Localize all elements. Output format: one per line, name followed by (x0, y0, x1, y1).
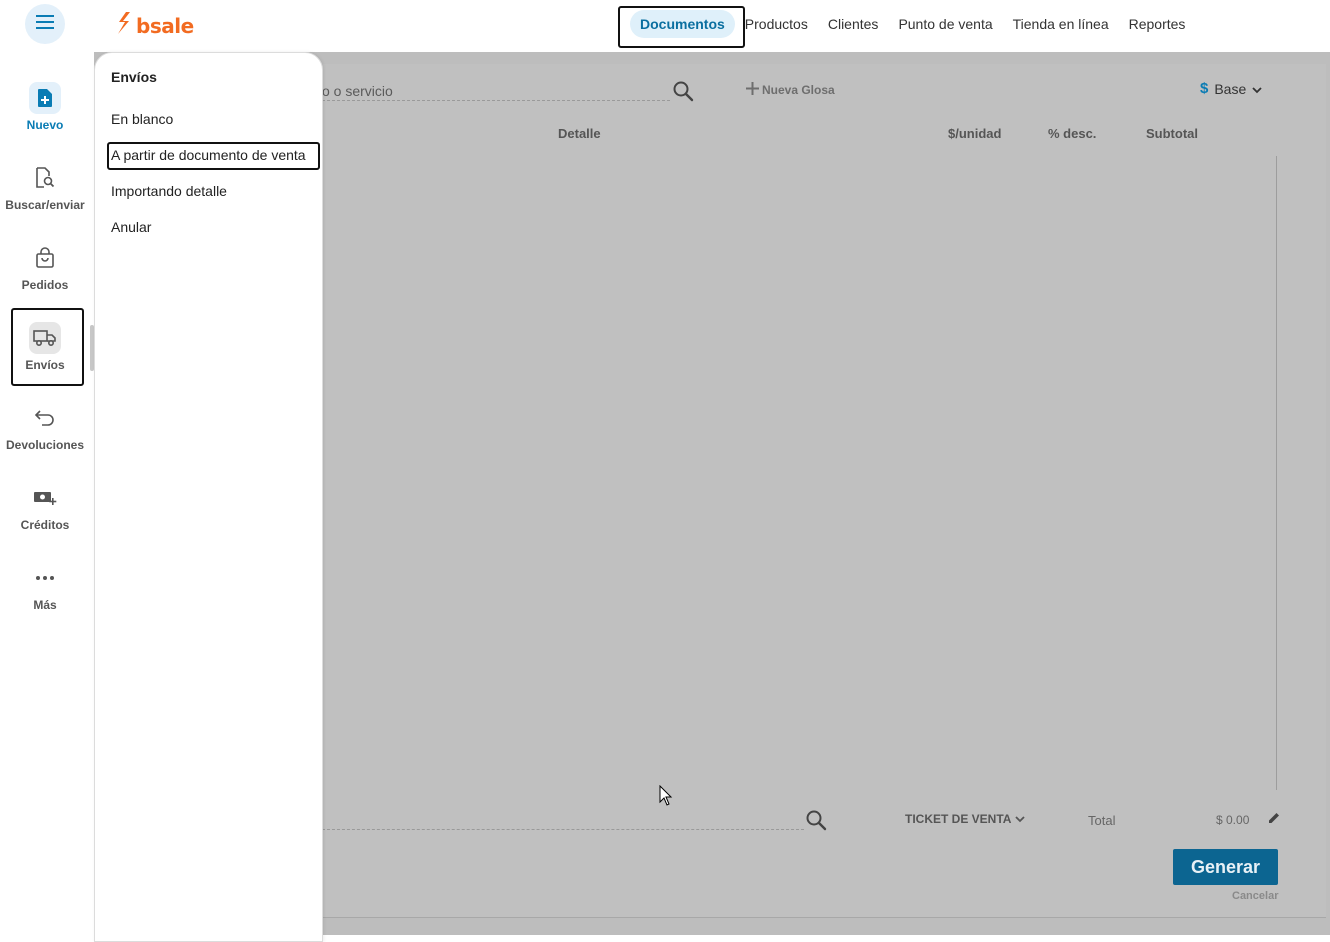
nueva-glosa-label: Nueva Glosa (762, 83, 835, 97)
sidebar-item-devoluciones[interactable]: Devoluciones (0, 402, 90, 472)
more-dots-icon (29, 562, 61, 594)
main-nav: Documentos Productos Clientes Punto de v… (630, 0, 1195, 48)
sidebar-item-mas[interactable]: Más (0, 562, 90, 632)
client-search-input[interactable] (322, 829, 804, 830)
column-header-subtotal: Subtotal (1146, 126, 1198, 141)
envios-flyout-menu: Envíos En blanco A partir de documento d… (94, 52, 323, 942)
sidebar-item-creditos[interactable]: Créditos (0, 482, 90, 552)
sidebar-item-label: Nuevo (26, 118, 64, 132)
sidebar-item-label: Pedidos (21, 278, 69, 292)
sidebar-item-label: Buscar/enviar (5, 198, 85, 212)
nav-tienda-en-linea[interactable]: Tienda en línea (1003, 16, 1119, 32)
currency-symbol: $ (1200, 80, 1209, 97)
left-sidebar: Nuevo Buscar/enviar Pedidos Envíos Devol… (0, 52, 90, 935)
total-value: $ 0.00 (1216, 813, 1250, 827)
sidebar-item-label: Devoluciones (5, 438, 85, 452)
hamburger-icon (36, 14, 54, 34)
new-document-icon (29, 82, 61, 114)
nav-clientes[interactable]: Clientes (818, 16, 889, 32)
top-bar: bsale Documentos Productos Clientes Punt… (0, 0, 1330, 52)
document-card (300, 64, 1326, 918)
column-header-unit-price: $/unidad (948, 126, 1002, 141)
nueva-glosa-button[interactable]: Nueva Glosa (746, 82, 835, 98)
flyout-item-en-blanco[interactable]: En blanco (111, 111, 173, 127)
sidebar-item-label: Más (33, 598, 57, 612)
truck-icon (29, 322, 61, 354)
nav-productos[interactable]: Productos (735, 16, 818, 32)
nav-reportes[interactable]: Reportes (1119, 16, 1196, 32)
product-search-input[interactable]: o o servicio (322, 83, 670, 101)
generate-button[interactable]: Generar (1173, 849, 1278, 885)
sidebar-item-buscar-enviar[interactable]: Buscar/enviar (0, 162, 90, 232)
chevron-down-icon (1252, 81, 1262, 97)
search-icon[interactable] (805, 809, 827, 836)
price-list-value: Base (1214, 80, 1247, 97)
scrollbar-track (1276, 156, 1277, 790)
money-plus-icon (29, 482, 61, 514)
column-header-discount: % desc. (1048, 126, 1097, 141)
total-label: Total (1088, 813, 1116, 828)
search-document-icon (29, 162, 61, 194)
document-type-value: TICKET DE VENTA (905, 812, 1012, 826)
sidebar-item-nuevo[interactable]: Nuevo (0, 82, 90, 152)
chevron-down-icon (1015, 812, 1026, 826)
sidebar-item-label: Créditos (20, 518, 70, 532)
flyout-item-importando-detalle[interactable]: Importando detalle (111, 183, 227, 199)
pencil-icon[interactable] (1267, 811, 1281, 830)
logo-text: bsale (136, 13, 194, 38)
sidebar-item-label: Envíos (25, 358, 65, 372)
price-list-select[interactable]: $ Base (1200, 80, 1262, 97)
plus-icon (746, 82, 759, 98)
nav-punto-de-venta[interactable]: Punto de venta (888, 16, 1002, 32)
shopping-bag-icon (29, 242, 61, 274)
return-arrow-icon (29, 402, 61, 434)
search-icon[interactable] (672, 80, 694, 107)
document-type-select[interactable]: TICKET DE VENTA (905, 812, 1026, 826)
sidebar-item-pedidos[interactable]: Pedidos (0, 242, 90, 312)
column-header-detalle: Detalle (558, 126, 601, 141)
cancel-link[interactable]: Cancelar (1232, 890, 1278, 902)
flyout-title: Envíos (111, 69, 157, 85)
bsale-logo[interactable]: bsale (116, 12, 194, 39)
bsale-logo-icon (116, 12, 132, 39)
sidebar-item-envios[interactable]: Envíos (0, 322, 90, 392)
mouse-cursor-icon (659, 784, 673, 812)
flyout-item-anular[interactable]: Anular (111, 219, 151, 235)
flyout-item-a-partir-de-documento[interactable]: A partir de documento de venta (111, 147, 306, 163)
menu-button[interactable] (25, 4, 65, 44)
nav-documentos[interactable]: Documentos (630, 10, 735, 38)
